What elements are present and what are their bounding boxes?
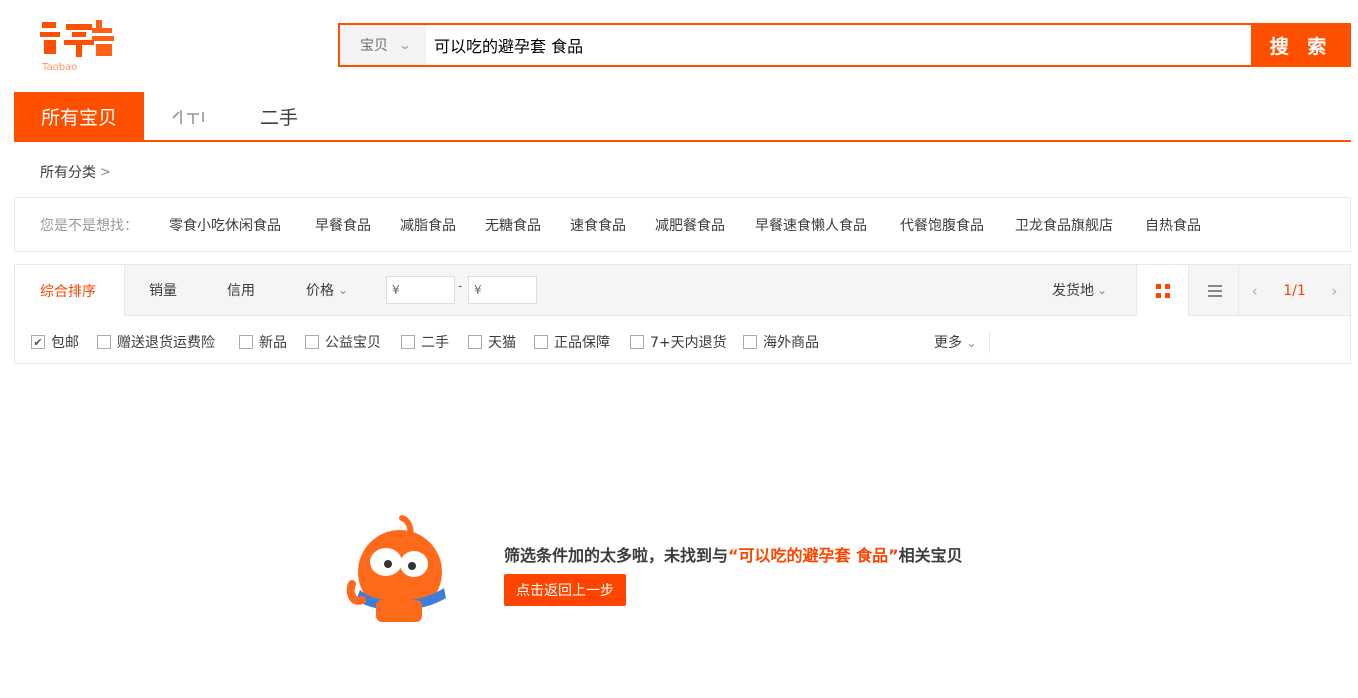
filter-new[interactable]: 新品 <box>239 332 287 352</box>
price-range-dash: - <box>458 279 463 293</box>
suggestion-item[interactable]: 自热食品 <box>1145 215 1201 235</box>
filter-charity[interactable]: 公益宝贝 <box>305 332 381 352</box>
checkbox[interactable] <box>401 335 415 349</box>
filter-label: 海外商品 <box>763 335 819 351</box>
taobao-mascot-image <box>346 515 446 622</box>
tab-all-items[interactable]: 所有宝贝 <box>14 92 144 140</box>
sort-price-label: 价格 <box>306 283 334 299</box>
sort-default[interactable]: 综合排序 <box>15 265 125 316</box>
ship-from-label: 发货地 <box>1052 283 1094 299</box>
taobao-logo[interactable]: Taobao <box>36 14 126 74</box>
pager: ‹ 1/1 › <box>1238 265 1350 316</box>
checkbox[interactable] <box>305 335 319 349</box>
tab-tmall[interactable] <box>166 92 216 140</box>
filter-label: 新品 <box>259 335 287 351</box>
page-indicator: 1/1 <box>1283 282 1306 299</box>
filter-label: 公益宝贝 <box>325 335 381 351</box>
search-scope-select[interactable]: 宝贝 ⌄ <box>340 25 426 65</box>
chevron-left-icon[interactable]: ‹ <box>1252 282 1258 300</box>
sort-credit[interactable]: 信用 <box>227 265 255 315</box>
grid-view-button[interactable] <box>1136 265 1188 316</box>
chevron-right-icon[interactable]: › <box>1331 282 1337 300</box>
tab-second-hand[interactable]: 二手 <box>250 92 308 140</box>
suggestion-item[interactable]: 零食小吃休闲食品 <box>169 215 281 235</box>
suggestion-bar: 您是不是想找： 零食小吃休闲食品 早餐食品 减脂食品 无糖食品 速食食品 减肥餐… <box>14 197 1351 252</box>
chevron-down-icon: ⌄ <box>397 38 413 52</box>
price-min-input[interactable]: ¥ <box>386 276 455 304</box>
chevron-down-icon: ⌄ <box>1097 283 1108 297</box>
breadcrumb-all-categories[interactable]: 所有分类 <box>40 162 96 182</box>
filter-row: ✔ 包邮 赠送退货运费险 新品 公益宝贝 二手 天猫 正品保障 7+天内退货 海外… <box>15 316 1350 364</box>
grid-icon <box>1155 283 1170 298</box>
chevron-down-icon: ⌄ <box>966 336 977 350</box>
list-view-button[interactable] <box>1188 265 1240 316</box>
filter-overseas[interactable]: 海外商品 <box>743 332 819 352</box>
suggestion-label: 您是不是想找： <box>40 218 138 234</box>
filter-label: 天猫 <box>488 335 516 351</box>
filter-genuine[interactable]: 正品保障 <box>534 332 610 352</box>
search-bar: 宝贝 ⌄ 搜 索 <box>338 23 1351 67</box>
ship-from-select[interactable]: 发货地 ⌄ <box>1052 265 1107 315</box>
suggestion-item[interactable]: 代餐饱腹食品 <box>900 215 984 235</box>
checkbox-checked[interactable]: ✔ <box>31 335 45 349</box>
empty-result-message: 筛选条件加的太多啦，未找到与“可以吃的避孕套 食品”相关宝贝 <box>504 542 963 566</box>
checkbox[interactable] <box>534 335 548 349</box>
search-tabs: 所有宝贝 二手 <box>14 92 1351 142</box>
sort-filter-panel: 综合排序 销量 信用 价格 ⌄ ¥ - ¥ 发货地 ⌄ ‹ 1/1 › ✔ 包邮… <box>14 264 1351 364</box>
breadcrumb[interactable]: 所有分类 > <box>40 162 111 182</box>
suggestion-item[interactable]: 减脂食品 <box>400 215 456 235</box>
more-label: 更多 <box>934 335 962 351</box>
filter-label: 二手 <box>421 335 449 351</box>
more-filters-button[interactable]: 更多 ⌄ <box>934 332 977 352</box>
suggestion-item[interactable]: 卫龙食品旗舰店 <box>1015 215 1113 235</box>
filter-return-insurance[interactable]: 赠送退货运费险 <box>97 332 215 352</box>
suggestion-item[interactable]: 早餐食品 <box>315 215 371 235</box>
suggestion-item[interactable]: 减肥餐食品 <box>655 215 725 235</box>
filter-label: 包邮 <box>51 335 79 351</box>
search-input[interactable] <box>426 25 1251 65</box>
sort-sales[interactable]: 销量 <box>149 265 177 315</box>
search-scope-label: 宝贝 <box>360 38 388 54</box>
empty-message-keyword: “可以吃的避孕套 食品” <box>728 546 899 565</box>
suggestion-item[interactable]: 速食食品 <box>570 215 626 235</box>
filter-label: 正品保障 <box>554 335 610 351</box>
checkbox[interactable] <box>743 335 757 349</box>
filter-tmall[interactable]: 天猫 <box>468 332 516 352</box>
checkbox[interactable] <box>239 335 253 349</box>
price-max-input[interactable]: ¥ <box>468 276 537 304</box>
empty-message-prefix: 筛选条件加的太多啦，未找到与 <box>504 546 729 565</box>
suggestion-item[interactable]: 无糖食品 <box>485 215 541 235</box>
checkbox[interactable] <box>630 335 644 349</box>
list-icon <box>1207 284 1222 297</box>
tmall-logo-icon <box>172 110 204 124</box>
filter-7day-return[interactable]: 7+天内退货 <box>630 332 727 352</box>
sort-price[interactable]: 价格 ⌄ <box>306 265 348 315</box>
checkbox[interactable] <box>468 335 482 349</box>
chevron-right-icon: > <box>100 164 111 180</box>
checkbox[interactable] <box>97 335 111 349</box>
search-button[interactable]: 搜 索 <box>1251 23 1351 67</box>
filter-label: 7+天内退货 <box>650 335 727 351</box>
sort-row: 综合排序 销量 信用 价格 ⌄ ¥ - ¥ 发货地 ⌄ ‹ 1/1 › <box>15 265 1350 316</box>
go-back-button[interactable]: 点击返回上一步 <box>504 574 626 606</box>
chevron-down-icon: ⌄ <box>338 283 349 297</box>
filter-second-hand[interactable]: 二手 <box>401 332 449 352</box>
divider <box>989 331 990 353</box>
empty-message-suffix: 相关宝贝 <box>898 546 963 565</box>
filter-label: 赠送退货运费险 <box>117 335 215 351</box>
filter-free-shipping[interactable]: ✔ 包邮 <box>31 332 79 352</box>
svg-text:Taobao: Taobao <box>41 62 77 73</box>
suggestion-item[interactable]: 早餐速食懒人食品 <box>755 215 867 235</box>
